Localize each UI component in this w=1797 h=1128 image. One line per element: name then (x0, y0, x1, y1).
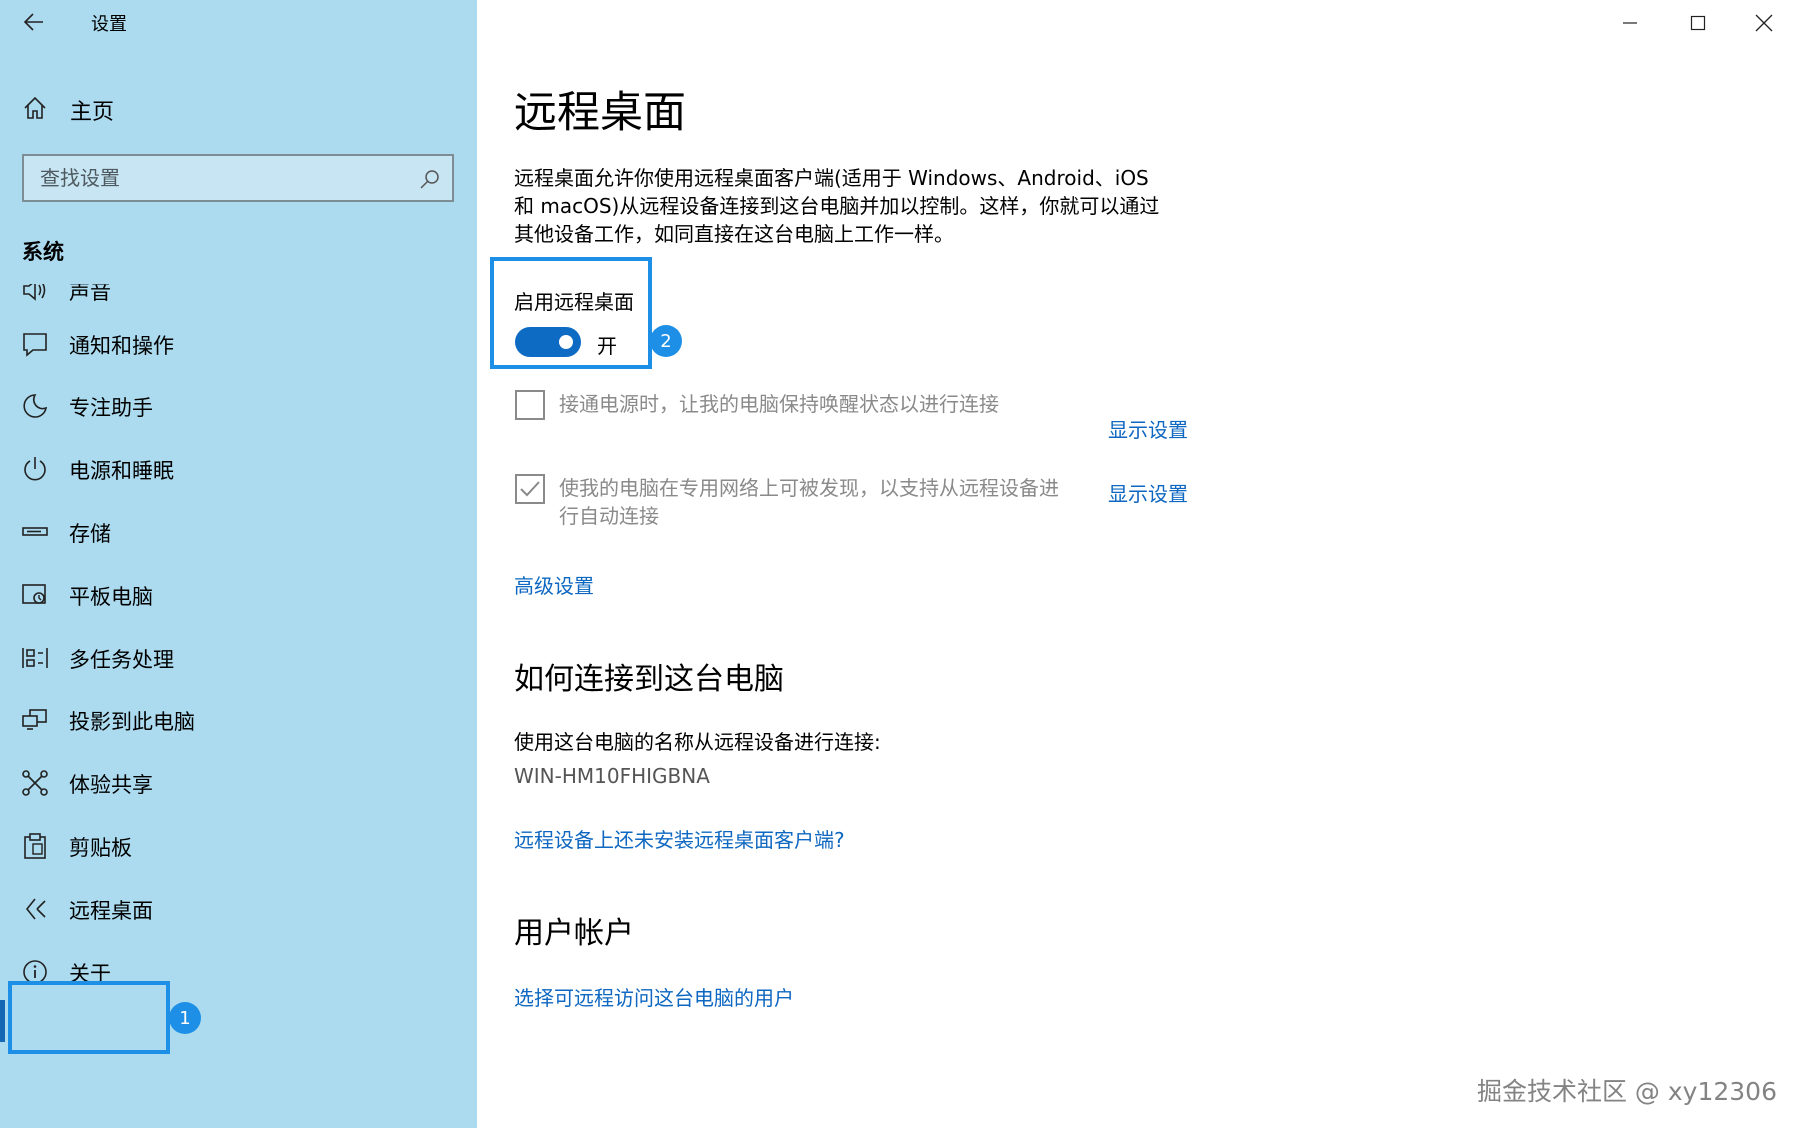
description: 远程桌面允许你使用远程桌面客户端(适用于 Windows、Android、iOS… (514, 164, 1194, 248)
sidebar-item-label: 通知和操作 (69, 334, 174, 358)
info-icon (23, 960, 47, 984)
sidebar-item-label: 专注助手 (69, 396, 153, 420)
user-accounts-heading: 用户帐户 (514, 916, 634, 951)
client-download-link[interactable]: 远程设备上还未安装远程桌面客户端? (514, 824, 845, 853)
page-title: 远程桌面 (514, 88, 686, 138)
sidebar-home-label: 主页 (70, 100, 115, 125)
settings-window: 设置 主页 系统 声音 (0, 0, 1797, 1128)
clipboard-icon (24, 833, 46, 859)
sidebar-item-storage[interactable]: 存储 (0, 502, 477, 562)
connect-heading: 如何连接到这台电脑 (514, 662, 784, 697)
checkmark-icon (520, 481, 540, 497)
sidebar-item-label: 多任务处理 (69, 648, 174, 672)
selected-indicator (0, 1000, 5, 1042)
sidebar-item-clipboard[interactable]: 剪贴板 (0, 816, 477, 876)
sidebar-nav: 声音 通知和操作 专注助手 电源和睡眠 存储 平板电脑 多任务处理 投影到此电脑… (0, 284, 477, 1128)
back-arrow-icon (23, 13, 43, 31)
share-icon (22, 770, 48, 796)
sidebar-item-remote-desktop[interactable]: 远程桌面 (0, 879, 477, 939)
sidebar-item-label: 远程桌面 (69, 899, 153, 923)
advanced-settings-link[interactable]: 高级设置 (514, 570, 594, 599)
description-line: 和 macOS)从远程设备连接到这台电脑并加以控制。这样，你就可以通过 (514, 194, 1160, 218)
keep-awake-text: 接通电源时，让我的电脑保持唤醒状态以进行连接 (559, 390, 1079, 418)
title-bar: 设置 (0, 0, 477, 46)
discoverable-show-settings-link[interactable]: 显示设置 (1108, 478, 1188, 507)
keep-awake-show-settings-link[interactable]: 显示设置 (1108, 414, 1188, 443)
discoverable-text: 使我的电脑在专用网络上可被发现，以支持从远程设备进 行自动连接 (559, 474, 1089, 530)
sidebar-item-project[interactable]: 投影到此电脑 (0, 690, 477, 750)
sidebar-item-label: 关于 (69, 962, 111, 986)
sidebar-item-about[interactable]: 关于 (0, 942, 477, 1002)
multitask-icon (22, 648, 48, 668)
search-box (22, 154, 454, 202)
back-button[interactable] (14, 4, 54, 40)
sidebar-item-label: 剪贴板 (69, 836, 132, 860)
option-text-line: 接通电源时，让我的电脑保持唤醒状态以进行连接 (559, 392, 999, 416)
sidebar-item-label: 投影到此电脑 (69, 710, 195, 734)
speaker-icon (23, 284, 46, 301)
toggle-knob (559, 335, 573, 349)
description-line: 其他设备工作，如同直接在这台电脑上工作一样。 (514, 222, 954, 246)
notification-icon (23, 333, 47, 357)
project-icon (22, 709, 47, 730)
power-icon (24, 457, 46, 481)
app-title: 设置 (91, 14, 127, 35)
sidebar: 设置 主页 系统 声音 (0, 0, 477, 1128)
sidebar-item-shared-experiences[interactable]: 体验共享 (0, 753, 477, 813)
storage-icon (22, 527, 48, 536)
sidebar-item-tablet[interactable]: 平板电脑 (0, 565, 477, 625)
moon-icon (23, 394, 48, 418)
discoverable-checkbox[interactable] (515, 474, 545, 504)
sidebar-item-power-sleep[interactable]: 电源和睡眠 (0, 439, 477, 499)
sidebar-item-label: 体验共享 (69, 773, 153, 797)
option-text-line: 使我的电脑在专用网络上可被发现，以支持从远程设备进 (559, 476, 1059, 500)
connect-instruction: 使用这台电脑的名称从远程设备进行连接: (514, 730, 881, 754)
sidebar-item-focus-assist[interactable]: 专注助手 (0, 376, 477, 436)
description-line: 远程桌面允许你使用远程桌面客户端(适用于 Windows、Android、iOS (514, 166, 1149, 190)
option-text-line: 行自动连接 (559, 504, 659, 528)
sidebar-item-label: 存储 (69, 522, 111, 546)
home-icon (24, 96, 46, 119)
pc-name: WIN-HM10FHIGBNA (514, 764, 710, 788)
remote-desktop-icon (25, 898, 46, 920)
keep-awake-checkbox[interactable] (515, 390, 545, 420)
remote-desktop-toggle[interactable] (515, 327, 581, 357)
select-users-link[interactable]: 选择可远程访问这台电脑的用户 (514, 982, 794, 1011)
section-heading-system: 系统 (22, 240, 64, 264)
sidebar-item-label: 电源和睡眠 (69, 459, 174, 483)
sidebar-item-notifications[interactable]: 通知和操作 (0, 314, 477, 374)
sidebar-item-label: 平板电脑 (69, 585, 153, 609)
search-icon[interactable] (418, 167, 442, 191)
toggle-state-text: 开 (597, 334, 617, 358)
sidebar-item-label: 声音 (69, 284, 111, 304)
tablet-icon (22, 584, 46, 604)
watermark: 掘金技术社区 @ xy12306 (1476, 1077, 1777, 1106)
sidebar-home[interactable]: 主页 (0, 84, 477, 132)
main-content: 远程桌面 远程桌面允许你使用远程桌面客户端(适用于 Windows、Androi… (477, 0, 1797, 1128)
step-badge-2: 2 (650, 325, 682, 357)
step-badge-1: 1 (169, 1002, 201, 1034)
search-input[interactable] (24, 156, 404, 200)
sidebar-item-multitasking[interactable]: 多任务处理 (0, 628, 477, 688)
toggle-label: 启用远程桌面 (514, 290, 634, 314)
